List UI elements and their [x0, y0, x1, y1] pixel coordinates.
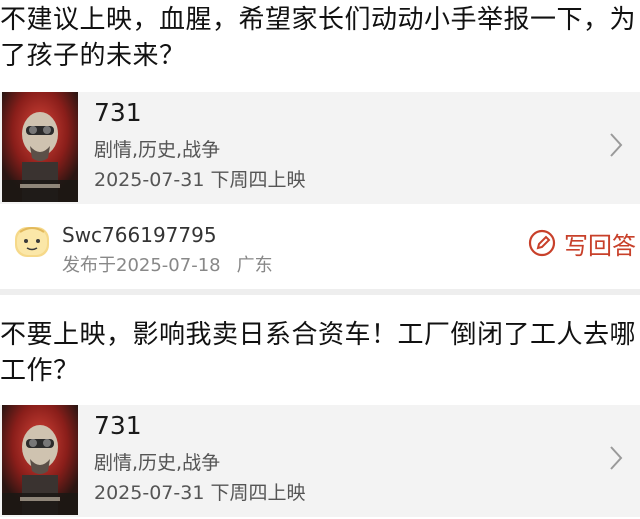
- post-meta: 发布于2025-07-18 广东: [62, 254, 273, 278]
- chevron-right-icon: [606, 443, 626, 473]
- region: 广东: [236, 255, 273, 276]
- answer-post-2: 不要上映，影响我卖日系合资车！工厂倒闭了工人去哪工作？ 731 剧情,历史,战争…: [0, 295, 640, 519]
- movie-poster: [2, 405, 78, 515]
- post-text: 不要上映，影响我卖日系合资车！工厂倒闭了工人去哪工作？: [0, 320, 637, 386]
- movie-card[interactable]: 731 剧情,历史,战争 2025-07-31 下周四上映: [0, 405, 640, 517]
- movie-genre: 剧情,历史,战争: [94, 139, 221, 161]
- movie-genre: 剧情,历史,战争: [94, 452, 221, 474]
- post-text: 不建议上映，血腥，希望家长们动动小手举报一下，为了孩子的未来？: [0, 5, 637, 71]
- chevron-right-icon: [606, 130, 626, 160]
- movie-title: 731: [94, 98, 142, 127]
- write-answer-button[interactable]: 写回答: [528, 226, 636, 260]
- username[interactable]: Swc766197795: [62, 222, 217, 248]
- avatar[interactable]: [14, 224, 50, 260]
- movie-card[interactable]: 731 剧情,历史,战争 2025-07-31 下周四上映: [0, 92, 640, 204]
- movie-release-date: 2025-07-31 下周四上映: [94, 169, 306, 191]
- answer-post-1: 不建议上映，血腥，希望家长们动动小手举报一下，为了孩子的未来？ 731 剧情,历…: [0, 0, 640, 289]
- write-answer-label: 写回答: [564, 231, 636, 260]
- publish-date: 发布于2025-07-18: [62, 255, 221, 276]
- movie-release-date: 2025-07-31 下周四上映: [94, 482, 306, 504]
- edit-pencil-icon: [528, 229, 556, 257]
- author-row: Swc766197795 发布于2025-07-18 广东 写回答: [0, 204, 640, 280]
- movie-poster: [2, 92, 78, 202]
- movie-title: 731: [94, 411, 142, 440]
